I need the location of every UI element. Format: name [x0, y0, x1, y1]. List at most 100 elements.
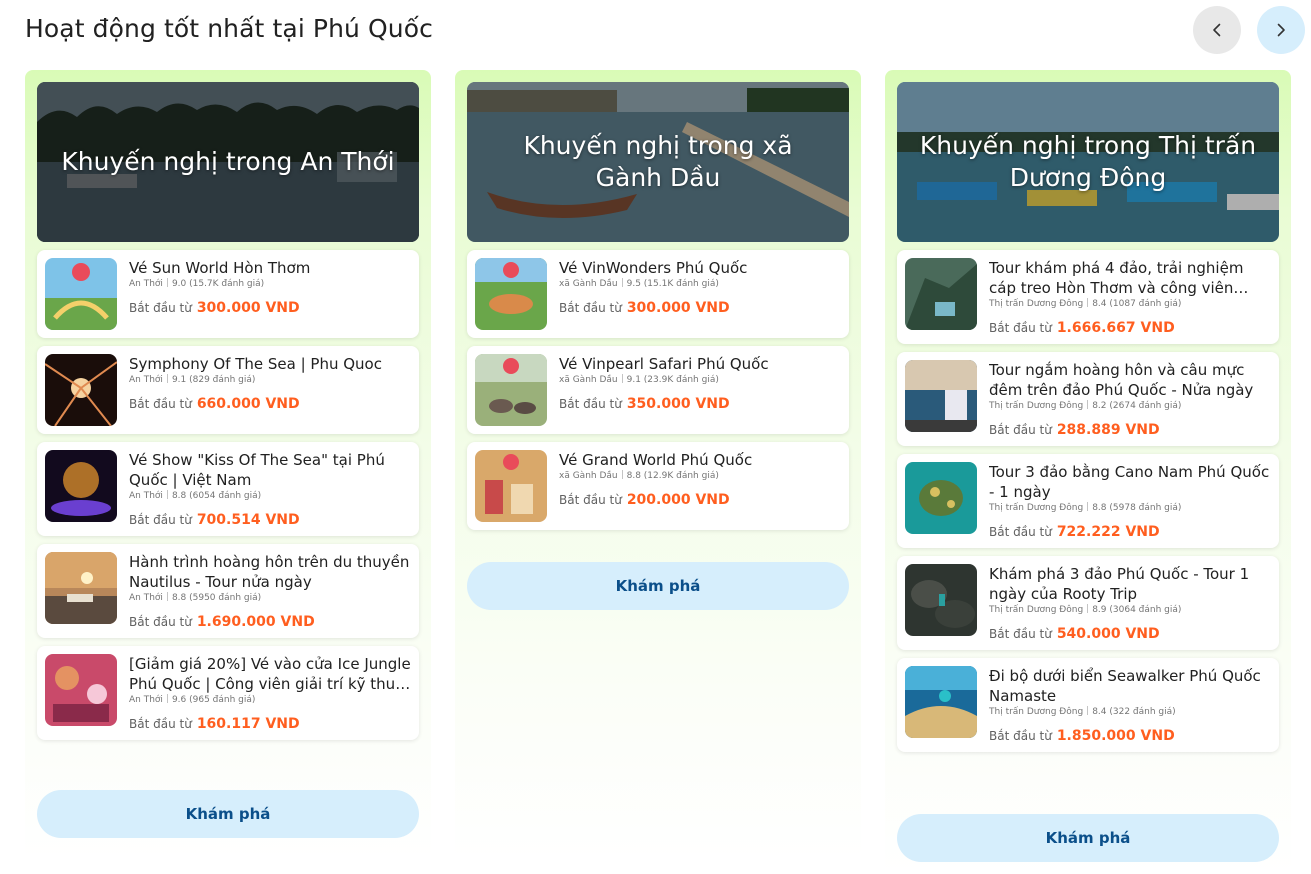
price-prefix: Bắt đầu từ — [559, 493, 622, 507]
activity-location: An Thới — [129, 491, 163, 501]
price-prefix: Bắt đầu từ — [559, 301, 622, 315]
price-prefix: Bắt đầu từ — [989, 525, 1052, 539]
activity-rating: 8.2 (2674 đánh giá) — [1092, 401, 1182, 411]
recommend-column-an-thoi: Khuyến nghị trong An Thới Vé Sun World H… — [25, 70, 431, 860]
activity-rating: 8.8 (5978 đánh giá) — [1092, 503, 1182, 513]
column-banner[interactable]: Khuyến nghị trong xã Gành Dầu — [467, 82, 849, 242]
activity-title: Vé Vinpearl Safari Phú Quốc — [559, 355, 769, 373]
activity-rating: 8.8 (5950 đánh giá) — [171, 593, 262, 603]
activity-price: 300.000 VND — [626, 300, 730, 316]
activity-card[interactable]: Tour khám phá 4 đảo, trải nghiệm cáp tre… — [897, 250, 1279, 344]
activity-thumbnail — [45, 450, 117, 522]
activity-location: xã Gành Dầu — [559, 375, 618, 385]
card-list: Tour khám phá 4 đảo, trải nghiệm cáp tre… — [897, 250, 1279, 760]
activity-card[interactable]: Vé Sun World Hòn Thơm An Thới 9.0 (15.7K … — [37, 250, 419, 338]
activity-title: Vé VinWonders Phú Quốc — [559, 259, 748, 277]
card-list: Vé VinWonders Phú Quốc xã Gành Dầu 9.5 (1… — [467, 250, 849, 538]
activity-price: 288.889 VND — [1056, 422, 1160, 438]
activity-title: Vé Grand World Phú Quốc — [559, 451, 753, 469]
activity-location: Thị trấn Dương Đông — [989, 401, 1084, 411]
price-prefix: Bắt đầu từ — [989, 321, 1052, 335]
activity-thumbnail — [905, 462, 977, 534]
activity-thumbnail — [475, 354, 547, 426]
activity-rating: 9.5 (15.1K đánh giá) — [626, 279, 719, 289]
activity-title: Khám phá 3 đảo Phú Quốc - Tour 1 ngày củ… — [989, 565, 1250, 603]
activity-card[interactable]: Đi bộ dưới biển Seawalker Phú Quốc Namas… — [897, 658, 1279, 752]
activity-card[interactable]: [Giảm giá 20%] Vé vào cửa Ice Jungle Phú… — [37, 646, 419, 740]
activity-thumbnail — [475, 258, 547, 330]
carousel-next-button[interactable] — [1257, 6, 1305, 54]
banner-title: Khuyến nghị trong An Thới — [61, 147, 395, 176]
activity-thumbnail — [45, 552, 117, 624]
activity-title: Tour khám phá 4 đảo, trải nghiệm cáp tre… — [989, 259, 1244, 297]
price-prefix: Bắt đầu từ — [559, 397, 622, 411]
activity-thumbnail — [905, 360, 977, 432]
activity-card[interactable]: Hành trình hoàng hôn trên du thuyền Naut… — [37, 544, 419, 638]
activity-price: 350.000 VND — [626, 396, 730, 412]
activity-price: 540.000 VND — [1056, 626, 1160, 642]
activity-title: Symphony Of The Sea | Phu Quoc — [129, 355, 382, 373]
activity-card[interactable]: Tour 3 đảo bằng Cano Nam Phú Quốc - 1 ng… — [897, 454, 1279, 548]
activity-title: Tour 3 đảo bằng Cano Nam Phú Quốc - 1 ng… — [989, 463, 1270, 501]
price-prefix: Bắt đầu từ — [129, 717, 192, 731]
activity-thumbnail — [905, 564, 977, 636]
activity-price: 700.514 VND — [196, 512, 300, 528]
chevron-left-icon — [1213, 23, 1221, 37]
activity-rating: 9.0 (15.7K đánh giá) — [171, 279, 265, 289]
column-banner[interactable]: Khuyến nghị trong Thị trấn Dương Đông — [897, 82, 1279, 242]
activity-card[interactable]: Vé Show "Kiss Of The Sea" tại Phú Quốc |… — [37, 442, 419, 536]
price-prefix: Bắt đầu từ — [989, 627, 1052, 641]
activity-card[interactable]: Vé Vinpearl Safari Phú Quốc xã Gành Dầu 9… — [467, 346, 849, 434]
banner-title: Khuyến nghị trong xã Gành Dầu — [523, 131, 793, 192]
explore-button[interactable]: Khám phá — [467, 562, 849, 610]
activity-title: [Giảm giá 20%] Vé vào cửa Ice Jungle Phú… — [129, 655, 411, 693]
activity-location: An Thới — [129, 279, 163, 289]
activity-rating: 8.8 (12.9K đánh giá) — [626, 471, 719, 481]
activity-thumbnail — [45, 654, 117, 726]
activity-rating: 8.8 (6054 đánh giá) — [171, 491, 262, 501]
activity-card[interactable]: Vé VinWonders Phú Quốc xã Gành Dầu 9.5 (1… — [467, 250, 849, 338]
activity-card[interactable]: Tour ngắm hoàng hôn và câu mực đêm trên … — [897, 352, 1279, 446]
activity-price: 1.666.667 VND — [1056, 320, 1175, 336]
page-title: Hoạt động tốt nhất tại Phú Quốc — [25, 14, 433, 43]
activity-location: Thị trấn Dương Đông — [989, 503, 1084, 513]
card-list: Vé Sun World Hòn Thơm An Thới 9.0 (15.7K … — [37, 250, 419, 748]
column-banner[interactable]: Khuyến nghị trong An Thới — [37, 82, 419, 242]
activity-title: Tour ngắm hoàng hôn và câu mực đêm trên … — [989, 361, 1254, 399]
activity-thumbnail — [905, 666, 977, 738]
activity-thumbnail — [45, 354, 117, 426]
activity-thumbnail — [905, 258, 977, 330]
explore-button[interactable]: Khám phá — [897, 814, 1279, 862]
activity-rating: 9.6 (965 đánh giá) — [171, 695, 256, 705]
chevron-right-icon — [1277, 23, 1285, 37]
activity-location: xã Gành Dầu — [559, 279, 618, 289]
activity-card[interactable]: Khám phá 3 đảo Phú Quốc - Tour 1 ngày củ… — [897, 556, 1279, 650]
activity-thumbnail — [45, 258, 117, 330]
activity-rating: 8.9 (3064 đánh giá) — [1092, 605, 1182, 615]
price-prefix: Bắt đầu từ — [989, 423, 1052, 437]
activity-price: 1.850.000 VND — [1056, 728, 1175, 744]
activity-rating: 9.1 (829 đánh giá) — [171, 375, 256, 385]
activity-card[interactable]: Symphony Of The Sea | Phu Quoc An Thới 9.… — [37, 346, 419, 434]
price-prefix: Bắt đầu từ — [129, 301, 192, 315]
price-prefix: Bắt đầu từ — [129, 615, 192, 629]
recommend-column-ganh-dau: Khuyến nghị trong xã Gành Dầu Vé VinWond… — [455, 70, 861, 860]
carousel-prev-button[interactable] — [1193, 6, 1241, 54]
activity-location: An Thới — [129, 375, 163, 385]
activity-location: An Thới — [129, 695, 163, 705]
activity-rating: 8.4 (1087 đánh giá) — [1092, 299, 1182, 309]
activity-location: xã Gành Dầu — [559, 471, 618, 481]
banner-title: Khuyến nghị trong Thị trấn Dương Đông — [919, 131, 1257, 192]
activity-price: 160.117 VND — [196, 716, 300, 732]
activity-rating: 9.1 (23.9K đánh giá) — [626, 375, 719, 385]
activity-card[interactable]: Vé Grand World Phú Quốc xã Gành Dầu 8.8 (… — [467, 442, 849, 530]
recommend-column-duong-dong: Khuyến nghị trong Thị trấn Dương Đông To… — [885, 70, 1291, 874]
activity-location: An Thới — [129, 593, 163, 603]
price-prefix: Bắt đầu từ — [129, 397, 192, 411]
explore-button[interactable]: Khám phá — [37, 790, 419, 838]
activity-price: 300.000 VND — [196, 300, 300, 316]
activity-location: Thị trấn Dương Đông — [989, 707, 1084, 717]
activity-title: Đi bộ dưới biển Seawalker Phú Quốc Namas… — [989, 667, 1261, 705]
activity-price: 660.000 VND — [196, 396, 300, 412]
activity-rating: 8.4 (322 đánh giá) — [1092, 707, 1176, 717]
